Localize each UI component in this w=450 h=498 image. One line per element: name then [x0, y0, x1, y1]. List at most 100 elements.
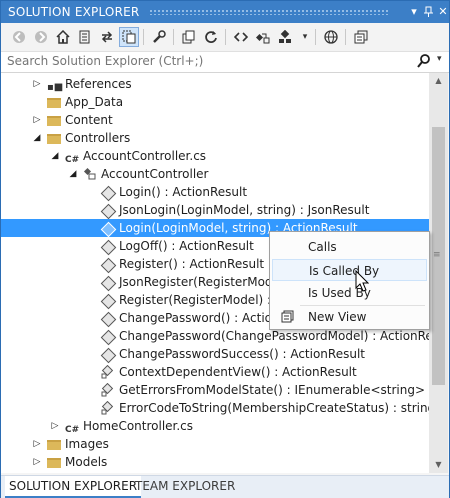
method-icon	[100, 311, 117, 328]
vertical-scrollbar[interactable]: ▲ ≡ ▼	[429, 73, 448, 473]
search-icon[interactable]	[417, 53, 431, 73]
mouse-cursor-icon	[355, 270, 369, 292]
scroll-up-arrow-icon[interactable]: ▲	[429, 73, 448, 89]
tree-item-label: ErrorCodeToString(MembershipCreateStatus…	[119, 401, 429, 415]
folder-icon	[47, 455, 61, 469]
pending-changes-button[interactable]	[75, 27, 95, 47]
settings-button[interactable]	[351, 27, 371, 47]
search-options-dropdown[interactable]: ▾	[437, 54, 442, 64]
drag-handle[interactable]	[149, 9, 389, 15]
references-icon: ▪■	[47, 82, 64, 93]
pin-icon	[424, 6, 433, 17]
new-view-icon	[280, 310, 294, 324]
collapse-all-icon	[182, 30, 195, 44]
method-icon	[100, 203, 117, 220]
tree-row[interactable]: ChangePasswordSuccess() : ActionResult	[1, 345, 429, 364]
csharp-file-icon: C#	[65, 425, 80, 435]
tree-row[interactable]: JsonLogin(LoginModel, string) : JsonResu…	[1, 201, 429, 220]
tree-row[interactable]: ▷ Images	[1, 435, 429, 453]
menu-item-is-called-by[interactable]: Is Called By	[272, 259, 427, 281]
show-all-files-button[interactable]	[119, 27, 139, 47]
window-position-button[interactable]: ▾	[406, 4, 422, 20]
tree-row[interactable]: ▷ ▪■ References	[1, 75, 429, 93]
class-diagram-icon	[279, 29, 291, 43]
tree-row[interactable]: ErrorCodeToString(MembershipCreateStatus…	[1, 399, 429, 417]
folder-icon	[47, 437, 61, 451]
expand-arrow-icon[interactable]: ▷	[31, 471, 43, 473]
tree-item-label: Register() : ActionResult	[119, 257, 265, 271]
tree-item-label: LogOff() : ActionResult	[119, 239, 254, 253]
collapse-all-button[interactable]	[179, 27, 199, 47]
collapse-arrow-icon[interactable]: ◢	[49, 147, 61, 165]
view-dropdown-button[interactable]: ▾	[295, 27, 315, 47]
tree-row[interactable]: GetErrorsFromModelState() : IEnumerable<…	[1, 381, 429, 399]
folder-icon	[47, 113, 61, 127]
collapse-arrow-icon[interactable]: ◢	[31, 129, 43, 147]
expand-arrow-icon[interactable]: ▷	[31, 111, 43, 129]
expand-arrow-icon[interactable]: ▷	[31, 75, 43, 93]
refresh-button[interactable]	[201, 27, 221, 47]
toolbar-separator	[345, 29, 346, 45]
tree-item-label: Login() : ActionResult	[119, 185, 248, 199]
tree-row[interactable]: App_Data	[1, 93, 429, 111]
sync-button[interactable]	[97, 27, 117, 47]
view-code-icon	[233, 32, 249, 42]
pending-changes-filter-icon	[79, 30, 90, 44]
tree-row[interactable]: ContextDependentView() : ActionResult	[1, 363, 429, 381]
expand-arrow-icon[interactable]: ▷	[49, 417, 61, 435]
show-all-files-icon	[122, 30, 136, 44]
tree-item-label: Models	[65, 455, 108, 469]
close-button[interactable]: ✕	[435, 4, 450, 20]
tree-item-label: Content	[65, 113, 113, 127]
back-button[interactable]	[9, 27, 29, 47]
private-method-icon	[101, 382, 115, 397]
toolbar-separator	[315, 29, 316, 45]
tree-row[interactable]: ▷ Content	[1, 111, 429, 129]
tree-row[interactable]: ◢ C# AccountController.cs	[1, 147, 429, 165]
menu-item-new-view[interactable]: New View	[272, 306, 427, 328]
tree-row[interactable]: ▷ Scripts	[1, 471, 429, 473]
search-input[interactable]	[7, 53, 407, 69]
tree-row[interactable]: ◢ AccountController	[1, 165, 429, 183]
class-diagram-button[interactable]	[275, 27, 295, 47]
back-icon	[13, 31, 25, 43]
folder-icon	[47, 95, 61, 109]
tab-team-explorer[interactable]: TEAM EXPLORER	[131, 476, 239, 498]
toolbar-separator	[173, 29, 174, 45]
private-method-icon	[101, 400, 115, 415]
preview-button[interactable]	[321, 27, 341, 47]
refresh-icon	[205, 31, 217, 43]
class-icon	[83, 167, 97, 181]
scrollbar-grip-icon: ≡	[433, 250, 441, 260]
method-icon	[100, 275, 117, 292]
view-code-button[interactable]	[231, 27, 251, 47]
expand-arrow-icon[interactable]: ▷	[31, 453, 43, 471]
scroll-down-arrow-icon[interactable]: ▼	[429, 457, 448, 473]
tree-item-label: ChangePasswordSuccess() : ActionResult	[119, 347, 365, 361]
tree-item-label: Scripts	[65, 471, 106, 473]
tree-row[interactable]: ◢ Controllers	[1, 129, 429, 147]
menu-item-label: New View	[308, 310, 367, 324]
class-view-button[interactable]	[253, 27, 273, 47]
home-button[interactable]	[53, 27, 73, 47]
search-bar: ▾	[1, 52, 449, 73]
expand-arrow-icon[interactable]: ▷	[31, 435, 43, 453]
tree-item-label: Controllers	[65, 131, 131, 145]
tree-row[interactable]: Login() : ActionResult	[1, 183, 429, 202]
tree-item-label: GetErrorsFromModelState() : IEnumerable<…	[119, 383, 426, 397]
tree-row[interactable]: ▷ C# HomeController.cs	[1, 417, 429, 435]
forward-button[interactable]	[31, 27, 51, 47]
menu-item-is-used-by[interactable]: Is Used By	[272, 282, 427, 304]
toolbar-separator	[143, 29, 144, 45]
window-title: SOLUTION EXPLORER	[8, 5, 140, 19]
collapse-arrow-icon[interactable]: ◢	[67, 165, 79, 183]
tree-item-label: AccountController	[101, 167, 209, 181]
context-menu: Calls Is Called By Is Used By New View	[269, 231, 430, 330]
method-icon	[100, 257, 117, 274]
menu-item-calls[interactable]: Calls	[272, 236, 427, 258]
tree-row[interactable]: ▷ Models	[1, 453, 429, 471]
close-icon: ✕	[438, 5, 448, 18]
method-icon	[100, 293, 117, 310]
tab-solution-explorer[interactable]: SOLUTION EXPLORER	[5, 476, 142, 498]
properties-button[interactable]	[149, 27, 169, 47]
